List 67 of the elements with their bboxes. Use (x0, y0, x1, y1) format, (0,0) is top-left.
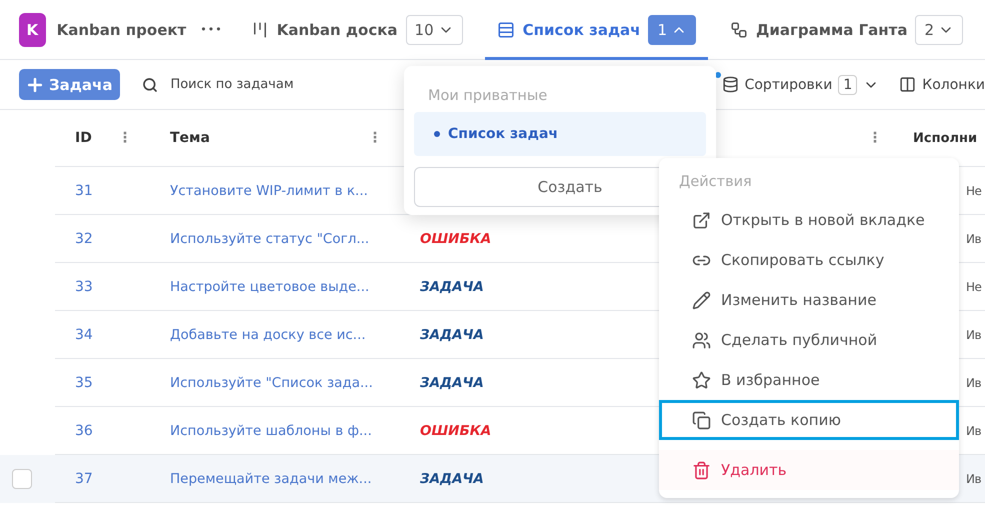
task-type: ЗАДАЧА (420, 374, 484, 390)
users-icon (692, 330, 711, 350)
task-title[interactable]: Перемещайте задачи меж... (170, 470, 372, 486)
assignee-name: Ив (966, 232, 982, 246)
menu-item[interactable]: Изменить название (659, 280, 959, 320)
task-id[interactable]: 37 (75, 470, 93, 486)
column-header[interactable]: ID (75, 130, 92, 146)
add-task-button[interactable]: Задача (19, 69, 120, 100)
task-type: ЗАДАЧА (420, 326, 484, 342)
task-title[interactable]: Добавьте на доску все ис... (170, 326, 366, 342)
view-count-button[interactable]: 2 (915, 14, 963, 44)
columns-icon (899, 76, 916, 93)
task-type: ЗАДАЧА (420, 278, 484, 294)
column-header[interactable]: Исполни (913, 130, 978, 146)
columns-label[interactable]: Колонки (922, 76, 985, 92)
view-item[interactable]: Список задач (414, 112, 706, 156)
task-title[interactable]: Используйте шаблоны в ф... (170, 422, 372, 438)
task-title[interactable]: Используйте "Список зада... (170, 374, 373, 390)
menu-item[interactable]: Скопировать ссылку (659, 240, 959, 280)
task-title[interactable]: Используйте статус "Согл... (170, 230, 370, 246)
row-checkbox[interactable] (12, 469, 32, 489)
project-name: Kanban проект (56, 20, 186, 38)
menu-item[interactable]: Сделать публичной (659, 320, 959, 360)
trash-icon (692, 460, 711, 480)
column-header[interactable]: Тема (170, 130, 210, 146)
assignee-name: Ив (966, 472, 982, 486)
menu-item[interactable]: Открыть в новой вкладке (659, 200, 959, 240)
section-title: Мои приватные (427, 88, 548, 104)
more-button[interactable]: ••• (200, 23, 223, 36)
column-menu-icon[interactable]: ⋮ (368, 130, 382, 146)
menu-item[interactable]: В избранное (659, 360, 959, 400)
view-tab[interactable]: Список задач 1 (484, 0, 708, 60)
external-link-icon (692, 210, 711, 230)
list-icon (496, 20, 515, 38)
star-icon (692, 370, 711, 390)
pencil-icon (692, 290, 711, 310)
task-type: ОШИБКА (420, 230, 492, 246)
assignee-name: Не (966, 184, 982, 198)
assignee-name: Ив (966, 424, 982, 438)
search-icon (142, 76, 158, 92)
project-avatar[interactable]: K (19, 12, 46, 46)
sort-count[interactable]: 1 (838, 74, 858, 94)
copy-icon (692, 410, 711, 430)
task-type: ЗАДАЧА (420, 470, 484, 486)
task-type: ОШИБКА (420, 422, 492, 438)
menu-item[interactable]: Создать копию (659, 400, 959, 440)
column-menu-icon[interactable]: ⋮ (118, 130, 132, 146)
sort-icon (722, 76, 739, 93)
view-count-button[interactable]: 1 (648, 14, 696, 44)
view-tab[interactable]: Диаграмма Ганта 2 (718, 0, 975, 60)
view-count-button[interactable]: 10 (406, 14, 463, 44)
assignee-name: Не (966, 280, 982, 294)
assignee-name: Ив (966, 328, 982, 342)
task-title[interactable]: Установите WIP-лимит в к... (170, 182, 368, 198)
task-id[interactable]: 35 (75, 374, 93, 390)
task-id[interactable]: 33 (75, 278, 93, 294)
task-id[interactable]: 31 (75, 182, 93, 198)
menu-item[interactable]: Удалить (659, 450, 959, 490)
view-tab[interactable]: Kanban доска 10 (238, 0, 475, 60)
gantt-icon (730, 20, 748, 38)
sort-label[interactable]: Сортировки (744, 76, 832, 92)
task-id[interactable]: 34 (75, 326, 93, 342)
column-menu-icon[interactable]: ⋮ (868, 130, 882, 146)
task-id[interactable]: 32 (75, 230, 93, 246)
task-title[interactable]: Настройте цветовое выде... (170, 278, 370, 294)
assignee-name: Ив (966, 376, 982, 390)
task-id[interactable]: 36 (75, 422, 93, 438)
